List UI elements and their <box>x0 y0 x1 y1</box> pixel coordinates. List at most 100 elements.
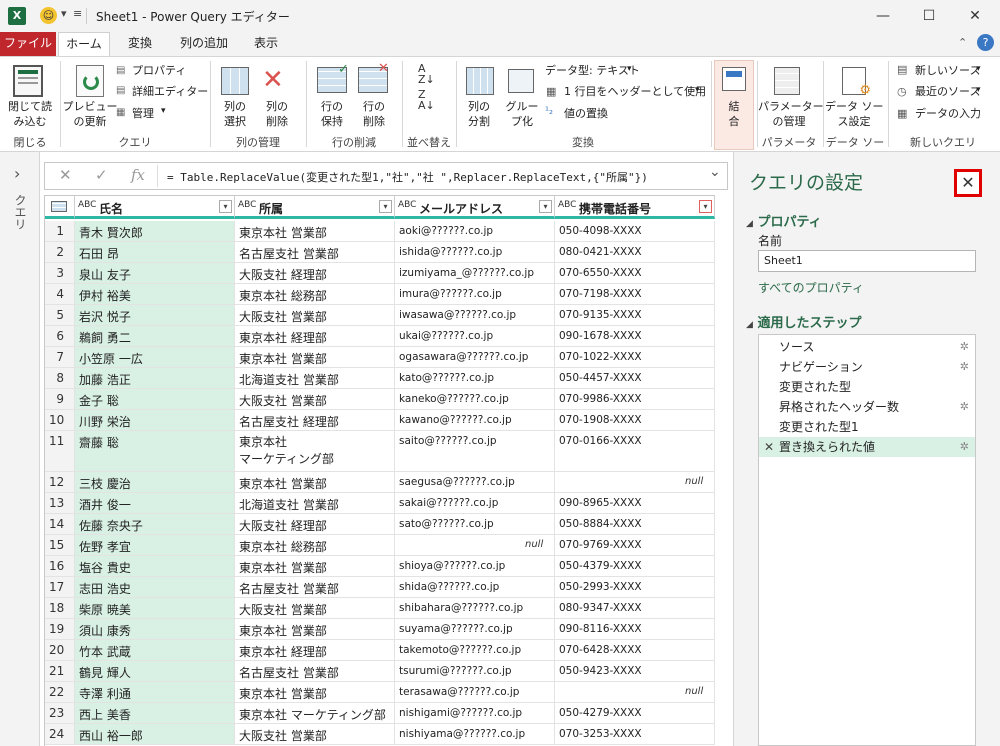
cell-phone[interactable]: 050-2993-XXXX <box>555 577 715 597</box>
cell-email[interactable]: saito@??????.co.jp <box>395 431 555 471</box>
row-number[interactable]: 8 <box>45 368 75 388</box>
cell-phone[interactable]: 080-0421-XXXX <box>555 242 715 262</box>
formula-cancel-icon[interactable]: ✕ <box>59 166 72 184</box>
cell-dept[interactable]: 北海道支社 営業部 <box>235 493 395 513</box>
row-number[interactable]: 23 <box>45 703 75 723</box>
cell-dept[interactable]: 東京本社 営業部 <box>235 682 395 702</box>
applied-step[interactable]: 昇格されたヘッダー数 ✲ <box>759 397 975 417</box>
cell-dept[interactable]: 東京本社 営業部 <box>235 347 395 367</box>
tab-view[interactable]: 表示 <box>246 32 286 56</box>
table-row[interactable]: 12 三枝 慶治 東京本社 営業部 saegusa@??????.co.jp null <box>45 472 715 493</box>
row-number[interactable]: 3 <box>45 263 75 283</box>
cell-name[interactable]: 伊村 裕美 <box>75 284 235 304</box>
cell-dept[interactable]: 北海道支社 営業部 <box>235 368 395 388</box>
table-row[interactable]: 13 酒井 俊一 北海道支社 営業部 sakai@??????.co.jp 090-89… <box>45 493 715 514</box>
cell-email[interactable]: shibahara@??????.co.jp <box>395 598 555 618</box>
smiley-dropdown-icon[interactable]: ▾ <box>61 7 67 20</box>
manage-button[interactable]: 管理 <box>132 106 154 121</box>
row-number[interactable]: 5 <box>45 305 75 325</box>
formula-expand-icon[interactable]: ⌄ <box>709 164 721 180</box>
queries-pane-collapsed[interactable]: › クエリ <box>0 152 40 746</box>
query-name-input[interactable]: Sheet1 <box>758 250 976 272</box>
table-row[interactable]: 19 須山 康秀 東京本社 営業部 suyama@??????.co.jp 090-81… <box>45 619 715 640</box>
cell-email[interactable]: kaneko@??????.co.jp <box>395 389 555 409</box>
text-type-icon[interactable]: ABC <box>398 200 416 210</box>
row-number[interactable]: 20 <box>45 640 75 660</box>
tab-home[interactable]: ホーム <box>58 32 110 56</box>
cell-email[interactable]: ishida@??????.co.jp <box>395 242 555 262</box>
cell-email[interactable]: ukai@??????.co.jp <box>395 326 555 346</box>
remove-columns-button[interactable]: 列の 削除 <box>256 99 298 129</box>
minimize-button[interactable]: — <box>860 0 906 32</box>
column-header-name[interactable]: ABC 氏名 ▾ <box>75 196 235 219</box>
table-row[interactable]: 14 佐藤 奈央子 大阪支社 経理部 sato@??????.co.jp 050-888… <box>45 514 715 535</box>
cell-dept[interactable]: 東京本社 経理部 <box>235 640 395 660</box>
table-row[interactable]: 4 伊村 裕美 東京本社 総務部 imura@??????.co.jp 070-7198… <box>45 284 715 305</box>
applied-step[interactable]: ソース ✲ <box>759 337 975 357</box>
data-type-dropdown[interactable]: データ型: テキスト <box>545 63 640 78</box>
cell-name[interactable]: 寺澤 利通 <box>75 682 235 702</box>
cell-phone[interactable]: 050-4098-XXXX <box>555 221 715 241</box>
row-number[interactable]: 24 <box>45 724 75 744</box>
row-number[interactable]: 14 <box>45 514 75 534</box>
row-number[interactable]: 2 <box>45 242 75 262</box>
cell-dept[interactable]: 東京本社 マーケティング部 <box>235 431 395 471</box>
properties-button[interactable]: プロパティ <box>132 63 186 78</box>
cell-phone[interactable]: 050-4457-XXXX <box>555 368 715 388</box>
cell-dept[interactable]: 東京本社 営業部 <box>235 472 395 492</box>
applied-step[interactable]: ナビゲーション ✲ <box>759 357 975 377</box>
column-header-phone[interactable]: ABC 携帯電話番号 ▾ <box>555 196 715 219</box>
row-number[interactable]: 16 <box>45 556 75 576</box>
all-properties-link[interactable]: すべてのプロパティ <box>758 279 864 296</box>
help-icon[interactable]: ? <box>977 34 994 51</box>
cell-dept[interactable]: 大阪支社 経理部 <box>235 514 395 534</box>
refresh-preview-button[interactable]: プレビュー の更新 <box>62 99 118 129</box>
cell-dept[interactable]: 東京本社 営業部 <box>235 556 395 576</box>
group-by-button[interactable]: グルー プ化 <box>502 99 542 129</box>
new-source-dropdown-icon[interactable]: ▾ <box>976 64 981 74</box>
row-number[interactable]: 10 <box>45 410 75 430</box>
cell-name[interactable]: 小笠原 一広 <box>75 347 235 367</box>
cell-phone[interactable]: 070-6428-XXXX <box>555 640 715 660</box>
row-number[interactable]: 17 <box>45 577 75 597</box>
table-row[interactable]: 5 岩沢 悦子 大阪支社 営業部 iwasawa@??????.co.jp 070-91… <box>45 305 715 326</box>
row-number[interactable]: 11 <box>45 431 75 471</box>
choose-columns-button[interactable]: 列の 選択 <box>214 99 256 129</box>
table-row[interactable]: 6 鵜飼 勇二 東京本社 経理部 ukai@??????.co.jp 090-1678… <box>45 326 715 347</box>
cell-phone[interactable]: 070-6550-XXXX <box>555 263 715 283</box>
enter-data-button[interactable]: データの入力 <box>915 106 981 121</box>
cell-name[interactable]: 須山 康秀 <box>75 619 235 639</box>
cell-phone[interactable]: 050-4379-XXXX <box>555 556 715 576</box>
step-settings-gear-icon[interactable]: ✲ <box>960 337 969 357</box>
cell-name[interactable]: 酒井 俊一 <box>75 493 235 513</box>
first-row-header-dropdown-icon[interactable]: ▾ <box>695 85 700 95</box>
table-menu-icon[interactable] <box>45 196 75 219</box>
cell-email[interactable]: izumiyama_@??????.co.jp <box>395 263 555 283</box>
close-settings-button[interactable]: ✕ <box>954 169 982 197</box>
filter-dropdown-icon[interactable]: ▾ <box>219 200 232 213</box>
properties-section-header[interactable]: ◢ プロパティ <box>746 211 822 230</box>
cell-email[interactable]: sakai@??????.co.jp <box>395 493 555 513</box>
cell-dept[interactable]: 東京本社 マーケティング部 <box>235 703 395 723</box>
combine-button[interactable]: 結 合 <box>716 99 752 129</box>
cell-phone[interactable]: 070-1022-XXXX <box>555 347 715 367</box>
manage-dropdown-icon[interactable]: ▾ <box>161 106 166 116</box>
step-settings-gear-icon[interactable]: ✲ <box>960 397 969 417</box>
applied-step[interactable]: ✕ 置き換えられた値 ✲ <box>759 437 975 457</box>
split-column-button[interactable]: 列の 分割 <box>458 99 500 129</box>
cell-name[interactable]: 青木 賢次郎 <box>75 221 235 241</box>
cell-email[interactable]: kato@??????.co.jp <box>395 368 555 388</box>
cell-email[interactable]: suyama@??????.co.jp <box>395 619 555 639</box>
cell-phone[interactable]: 090-1678-XXXX <box>555 326 715 346</box>
applied-steps-section-header[interactable]: ◢ 適用したステップ <box>746 312 861 331</box>
row-number[interactable]: 4 <box>45 284 75 304</box>
row-number[interactable]: 1 <box>45 221 75 241</box>
cell-dept[interactable]: 名古屋支社 営業部 <box>235 661 395 681</box>
row-number[interactable]: 19 <box>45 619 75 639</box>
cell-phone[interactable]: 050-8884-XXXX <box>555 514 715 534</box>
cell-dept[interactable]: 大阪支社 営業部 <box>235 724 395 744</box>
table-row[interactable]: 11 齋藤 聡東京本社 マーケティング部 saito@??????.co.jp 070… <box>45 431 715 472</box>
cell-dept[interactable]: 東京本社 営業部 <box>235 221 395 241</box>
cell-name[interactable]: 鵜飼 勇二 <box>75 326 235 346</box>
table-row[interactable]: 21 鶴見 輝人 名古屋支社 営業部 tsurumi@??????.co.jp 050-… <box>45 661 715 682</box>
